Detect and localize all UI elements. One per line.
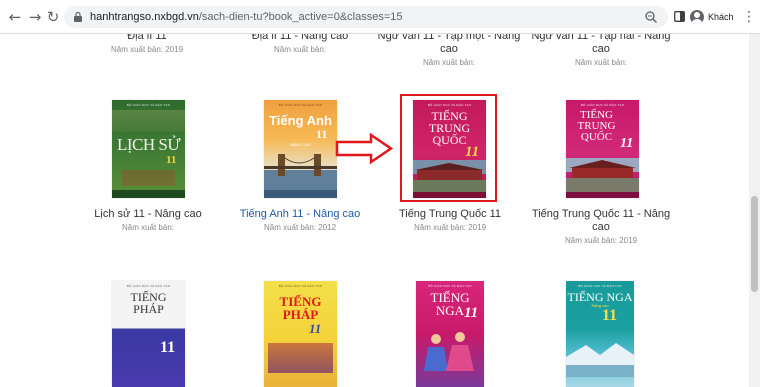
profile-label: Khách	[708, 12, 734, 22]
book-cover[interactable]: BỘ GIÁO DỤC VÀ ĐÀO TẠO TIẾNG NGA Nâng ca…	[566, 281, 634, 387]
cover-publisher-text: BỘ GIÁO DỤC VÀ ĐÀO TẠO	[578, 284, 622, 288]
lock-icon[interactable]	[72, 11, 84, 23]
book-cover[interactable]: BỘ GIÁO DỤC VÀ ĐÀO TẠO TIẾNG PHÁP 11	[112, 281, 185, 387]
right-arrow-icon	[335, 133, 393, 164]
book-card[interactable]: Ngữ văn 11 - Tập hai - Nâng cao Năm xuất…	[526, 34, 676, 69]
cover-publisher-text: BỘ GIÁO DỤC VÀ ĐÀO TẠO	[126, 284, 171, 288]
cover-number: 11	[166, 154, 177, 166]
landscape-illustration	[566, 343, 634, 377]
cover-publisher-text: BỘ GIÁO DỤC VÀ ĐÀO TẠO	[580, 103, 625, 107]
book-title[interactable]: Tiếng Trung Quốc 11 - Nâng cao	[526, 208, 676, 234]
cover-footer	[566, 192, 639, 198]
book-title[interactable]: Địa lí 11	[72, 34, 222, 43]
side-panel-icon[interactable]	[674, 11, 685, 22]
cover-publisher-text: BỘ GIÁO DỤC VÀ ĐÀO TẠO	[278, 103, 323, 107]
book-card[interactable]: Tiếng Trung Quốc 11 Năm xuất bản: 2019	[375, 208, 525, 234]
cover-number: 11	[620, 136, 634, 151]
book-title[interactable]: Địa lí 11 - Nâng cao	[225, 34, 375, 43]
book-cover[interactable]: BỘ GIÁO DỤC VÀ ĐÀO TẠO TIẾNG TRUNG QUỐC …	[566, 100, 639, 198]
cover-number: 11	[602, 307, 618, 324]
cover-publisher-text: BỘ GIÁO DỤC VÀ ĐÀO TẠO	[278, 284, 323, 288]
cover-title: LỊCH SỬ	[116, 135, 181, 154]
cover-subtitle: Nâng cao	[591, 303, 609, 308]
cover-footer	[112, 190, 185, 198]
dancers-illustration	[424, 332, 474, 371]
palace-illustration	[566, 158, 639, 192]
book-cover[interactable]: BỘ GIÁO DỤC VÀ ĐÀO TẠO TIẾNG PHÁP 11	[264, 281, 337, 387]
book-card[interactable]: Tiếng Anh 11 - Nâng cao Năm xuất bản: 20…	[225, 208, 375, 234]
cover-footer	[264, 190, 337, 198]
book-year: Năm xuất bản:	[273, 45, 327, 54]
page-viewport: Địa lí 11 Năm xuất bản: 2019 Địa lí 11 -…	[0, 34, 760, 387]
book-card[interactable]: Địa lí 11 - Nâng cao Năm xuất bản:	[225, 34, 375, 56]
profile-icon	[690, 10, 704, 24]
book-title[interactable]: Ngữ văn 11 - Tập hai - Nâng cao	[526, 34, 676, 56]
book-title[interactable]: Ngữ văn 11 - Tập một - Nâng cao	[374, 34, 524, 56]
book-cover[interactable]: BỘ GIÁO DỤC VÀ ĐÀO TẠO LỊCH SỬ 11	[112, 100, 185, 198]
url-host: hanhtrangso.nxbgd.vn	[90, 11, 199, 23]
reload-icon[interactable]: ↻	[45, 9, 61, 25]
profile-button[interactable]: Khách	[688, 8, 735, 26]
book-title[interactable]: Tiếng Trung Quốc 11	[375, 208, 525, 221]
book-card[interactable]: Ngữ văn 11 - Tập một - Nâng cao Năm xuất…	[374, 34, 524, 69]
cover-number: 11	[464, 305, 479, 321]
book-year: Năm xuất bản: 2019	[110, 45, 184, 54]
book-year: Năm xuất bản: 2019	[413, 223, 487, 232]
book-title[interactable]: Lịch sử 11 - Nâng cao	[73, 208, 223, 221]
cover-art	[112, 110, 185, 132]
zoom-icon[interactable]	[644, 10, 658, 24]
cover-publisher-text: BỘ GIÁO DỤC VÀ ĐÀO TẠO	[428, 284, 472, 288]
cover-number: 11	[160, 339, 176, 356]
bridge-illustration	[264, 154, 337, 190]
menu-icon[interactable]: ⋮	[742, 9, 756, 25]
book-cover[interactable]: BỘ GIÁO DỤC VÀ ĐÀO TẠO Tiếng Anh 11 NÂNG…	[264, 100, 337, 198]
book-year: Năm xuất bản:	[574, 58, 628, 67]
book-year: Năm xuất bản:	[422, 58, 476, 67]
book-card[interactable]: Địa lí 11 Năm xuất bản: 2019	[72, 34, 222, 56]
cover-art	[122, 170, 175, 186]
cover-subtitle: NÂNG CAO	[289, 142, 312, 147]
cover-art	[268, 343, 333, 373]
cover-number: 11	[316, 127, 328, 141]
back-icon[interactable]: ←	[7, 9, 23, 25]
cover-title-line-2: PHÁP	[133, 302, 164, 316]
book-title[interactable]: Tiếng Anh 11 - Nâng cao	[225, 208, 375, 221]
url-path: /sach-dien-tu?book_active=0&classes=15	[198, 11, 403, 23]
cover-title: Tiếng Anh	[269, 113, 332, 128]
cover-title-line-2: PHÁP	[282, 307, 319, 322]
cover-title: TIẾNG NGA	[567, 290, 633, 304]
highlight-box	[400, 94, 497, 202]
cover-publisher-text: BỘ GIÁO DỤC VÀ ĐÀO TẠO	[126, 103, 171, 107]
cover-number: 11	[309, 321, 322, 336]
address-bar[interactable]: hanhtrangso.nxbgd.vn/sach-dien-tu?book_a…	[64, 6, 668, 28]
book-cover[interactable]: BỘ GIÁO DỤC VÀ ĐÀO TẠO TIẾNG NGA 11	[416, 281, 484, 387]
book-card[interactable]: Lịch sử 11 - Nâng cao Năm xuất bản:	[73, 208, 223, 234]
forward-icon[interactable]: →	[27, 9, 43, 25]
book-year: Năm xuất bản: 2019	[564, 236, 638, 245]
book-year: Năm xuất bản:	[121, 223, 175, 232]
book-year: Năm xuất bản: 2012	[263, 223, 337, 232]
book-card[interactable]: Tiếng Trung Quốc 11 - Nâng cao Năm xuất …	[526, 208, 676, 247]
url-text[interactable]: hanhtrangso.nxbgd.vn/sach-dien-tu?book_a…	[90, 10, 403, 24]
browser-toolbar: ← → ↻ hanhtrangso.nxbgd.vn/sach-dien-tu?…	[0, 0, 760, 34]
scrollbar-thumb[interactable]	[751, 196, 758, 292]
